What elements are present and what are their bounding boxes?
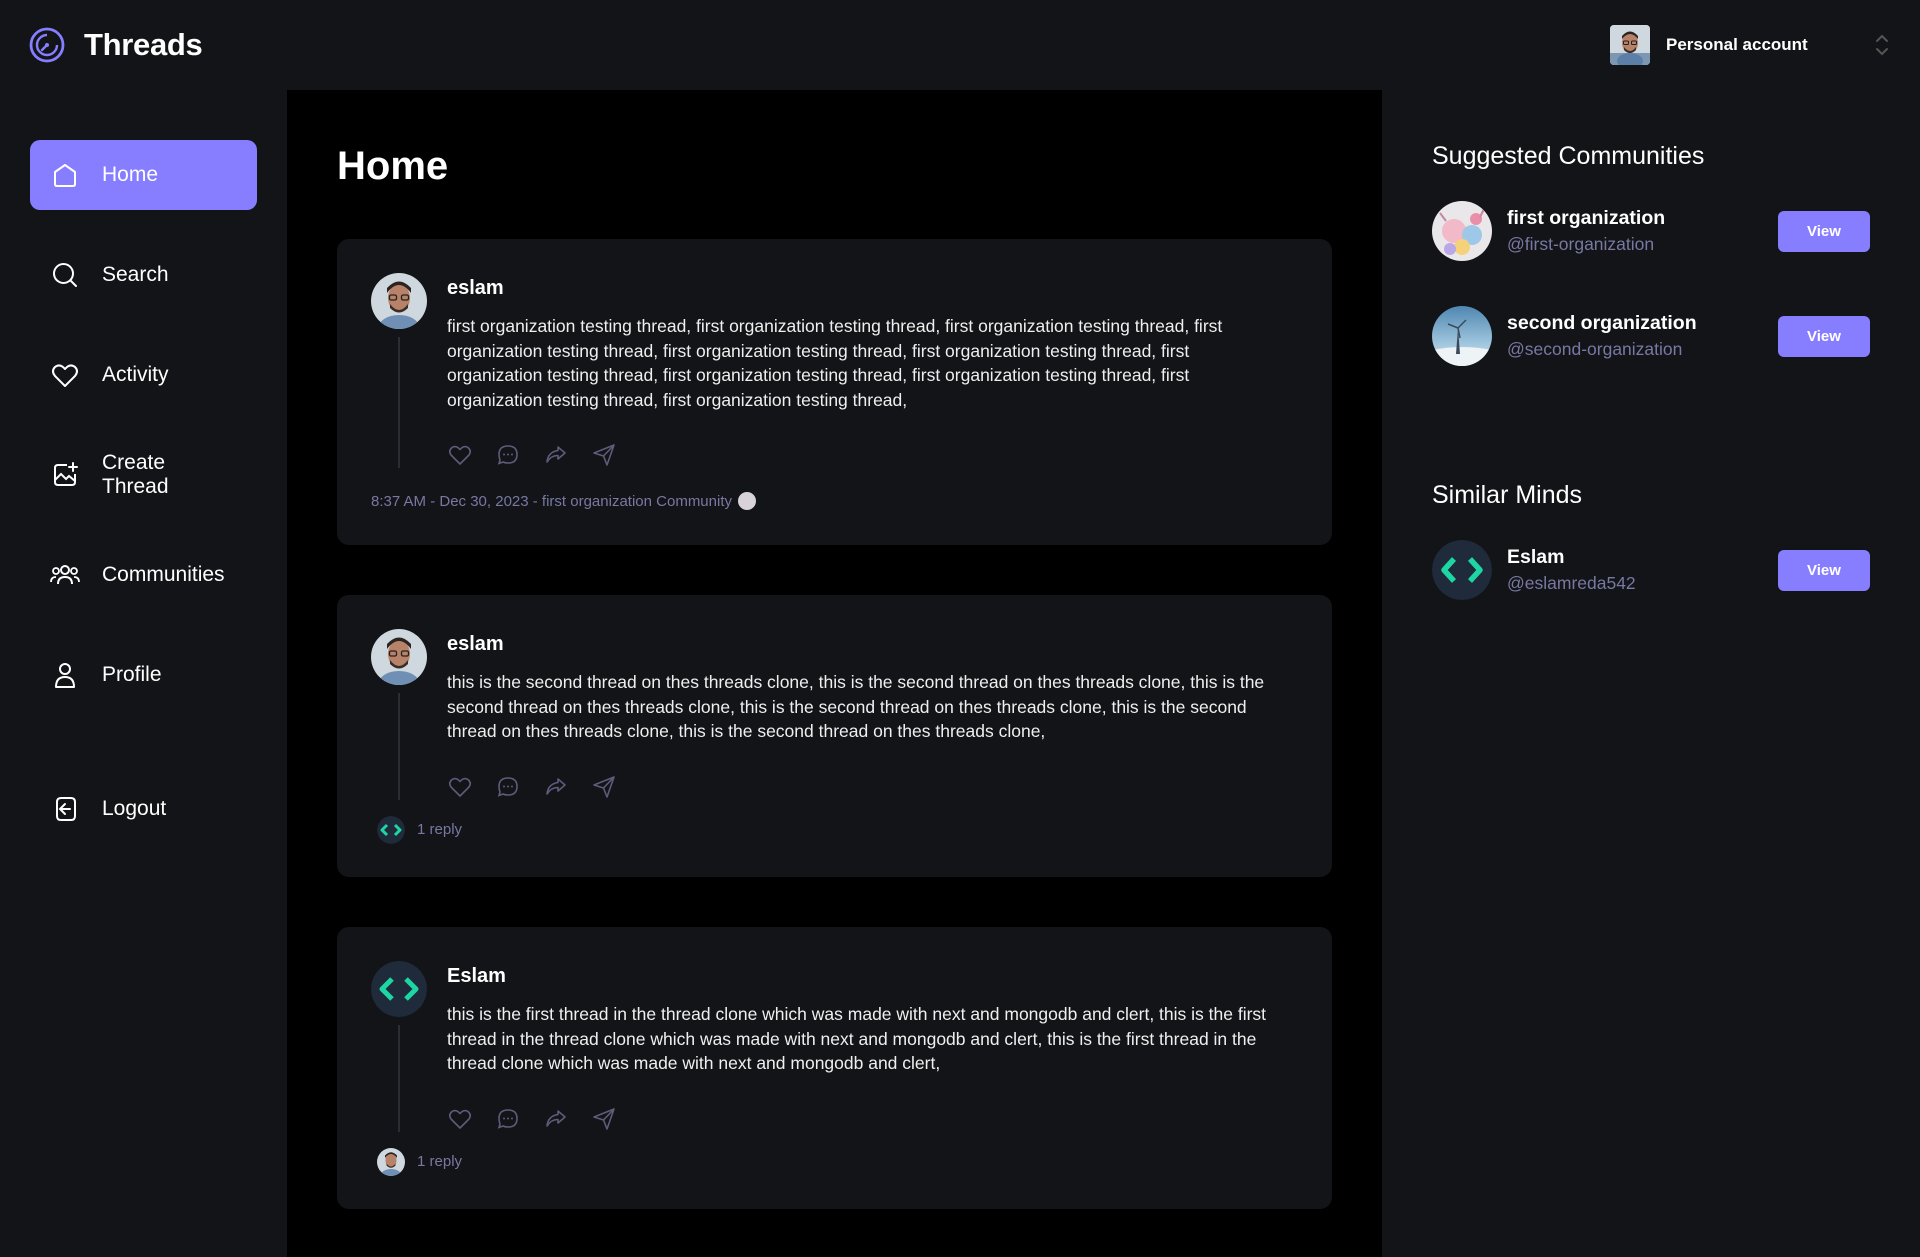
user-icon <box>55 663 75 688</box>
reply-icon[interactable] <box>495 1106 521 1132</box>
community-avatar[interactable] <box>1432 201 1492 261</box>
reply-avatar <box>377 815 405 844</box>
repost-icon[interactable] <box>543 1106 569 1132</box>
thread-actions <box>447 1106 1298 1132</box>
view-community-button[interactable]: View <box>1778 210 1870 252</box>
author-name[interactable]: eslam <box>447 277 1298 300</box>
account-switcher[interactable]: Personal account <box>1610 25 1892 65</box>
sidebar-item-profile[interactable]: Profile <box>30 640 257 710</box>
thread-actions <box>447 442 1298 468</box>
reply-count: 1 reply <box>417 821 463 838</box>
repost-icon[interactable] <box>543 774 569 800</box>
account-avatar <box>1610 25 1650 65</box>
share-icon[interactable] <box>591 774 617 800</box>
user-name[interactable]: Eslam <box>1507 546 1636 569</box>
home-icon <box>54 164 76 187</box>
community-image-icon <box>1432 201 1492 261</box>
thread-text: this is the first thread in the thread c… <box>447 1004 1267 1073</box>
view-user-button[interactable]: View <box>1778 549 1870 591</box>
sidebar-item-activity[interactable]: Activity <box>30 340 257 410</box>
thread-text: this is the second thread on thes thread… <box>447 672 1265 741</box>
community-handle: @second-organization <box>1507 339 1683 359</box>
thread-line <box>398 1025 400 1132</box>
thread-actions <box>447 774 1298 800</box>
thread-meta[interactable]: 8:37 AM - Dec 30, 2023 - first organizat… <box>371 492 1298 510</box>
sidebar-item-label: Create Thread <box>102 451 169 498</box>
thread-card: eslam first organization testing thread,… <box>337 239 1332 545</box>
brand[interactable]: Threads <box>28 26 203 64</box>
search-icon <box>53 263 77 287</box>
author-name[interactable]: eslam <box>447 633 1298 656</box>
main-feed: Home eslam first organization testing th… <box>287 90 1382 1257</box>
chevron-up-down-icon[interactable] <box>1872 31 1892 59</box>
sidebar-item-label: Home <box>102 163 159 186</box>
topbar: Threads Personal account <box>0 0 1920 90</box>
author-avatar[interactable] <box>371 629 427 685</box>
community-name[interactable]: second organization <box>1507 312 1697 335</box>
account-label: Personal account <box>1666 35 1808 54</box>
community-suggestion: first organization @first-organization V… <box>1432 201 1870 261</box>
reply-avatar <box>377 1147 405 1176</box>
share-icon[interactable] <box>591 1106 617 1132</box>
community-avatar <box>738 492 756 510</box>
sidebar-item-label: Search <box>102 263 169 286</box>
reply-count: 1 reply <box>417 1153 463 1170</box>
user-photo-icon <box>377 1147 405 1176</box>
user-photo-icon <box>1610 25 1650 65</box>
create-thread-icon <box>54 462 78 486</box>
sidebar-item-label: Communities <box>102 563 225 586</box>
community-handle: @first-organization <box>1507 234 1655 254</box>
sidebar-item-create-thread[interactable]: Create Thread <box>30 440 257 510</box>
app-name: Threads <box>84 27 203 62</box>
code-logo-icon <box>371 961 427 1017</box>
user-handle: @eslamreda542 <box>1507 573 1636 593</box>
reply-icon[interactable] <box>495 774 521 800</box>
heart-icon[interactable] <box>447 774 473 800</box>
logout-icon <box>56 797 76 821</box>
community-image-icon <box>1432 306 1492 366</box>
community-avatar[interactable] <box>1432 306 1492 366</box>
sidebar-item-label: Profile <box>102 663 162 686</box>
share-icon[interactable] <box>591 442 617 468</box>
thread-card: Eslam this is the first thread in the th… <box>337 927 1332 1209</box>
left-sidebar: Home Search Activity Create Thread Commu… <box>0 90 287 1257</box>
thread-text: first organization testing thread, first… <box>447 316 1223 410</box>
replies-link[interactable]: 1 reply <box>377 1147 1298 1176</box>
thread-line <box>398 337 400 468</box>
heart-icon <box>52 364 78 387</box>
repost-icon[interactable] <box>543 442 569 468</box>
community-name[interactable]: first organization <box>1507 207 1665 230</box>
heart-icon[interactable] <box>447 442 473 468</box>
sidebar-item-home[interactable]: Home <box>30 140 257 210</box>
page-title: Home <box>337 144 449 188</box>
view-community-button[interactable]: View <box>1778 315 1870 357</box>
logout-button[interactable]: Logout <box>30 774 257 844</box>
threads-logo-icon <box>29 27 65 63</box>
thread-card: eslam this is the second thread on thes … <box>337 595 1332 877</box>
replies-link[interactable]: 1 reply <box>377 815 1298 844</box>
reply-icon[interactable] <box>495 442 521 468</box>
thread-line <box>398 693 400 800</box>
heart-icon[interactable] <box>447 1106 473 1132</box>
right-sidebar: Suggested Communities first organization… <box>1382 90 1920 1257</box>
user-avatar[interactable] <box>1432 540 1492 600</box>
sidebar-item-search[interactable]: Search <box>30 240 257 310</box>
suggested-communities-title: Suggested Communities <box>1432 142 1705 170</box>
thread-timestamp: 8:37 AM - Dec 30, 2023 - first organizat… <box>371 492 732 510</box>
user-suggestion: Eslam @eslamreda542 View <box>1432 540 1870 600</box>
code-logo-icon <box>1432 540 1492 600</box>
logout-label: Logout <box>102 797 167 820</box>
sidebar-item-communities[interactable]: Communities <box>30 540 257 610</box>
author-name[interactable]: Eslam <box>447 965 1298 988</box>
author-avatar[interactable] <box>371 273 427 329</box>
community-suggestion: second organization @second-organization… <box>1432 306 1870 366</box>
code-logo-icon <box>377 815 405 844</box>
similar-minds-section: Similar Minds Eslam @eslamreda542 View <box>1432 481 1870 600</box>
author-avatar[interactable] <box>371 961 427 1017</box>
communities-icon <box>50 565 80 585</box>
sidebar-item-label: Activity <box>102 363 169 386</box>
user-photo-icon <box>371 629 427 685</box>
user-photo-icon <box>371 273 427 329</box>
similar-minds-title: Similar Minds <box>1432 481 1583 509</box>
